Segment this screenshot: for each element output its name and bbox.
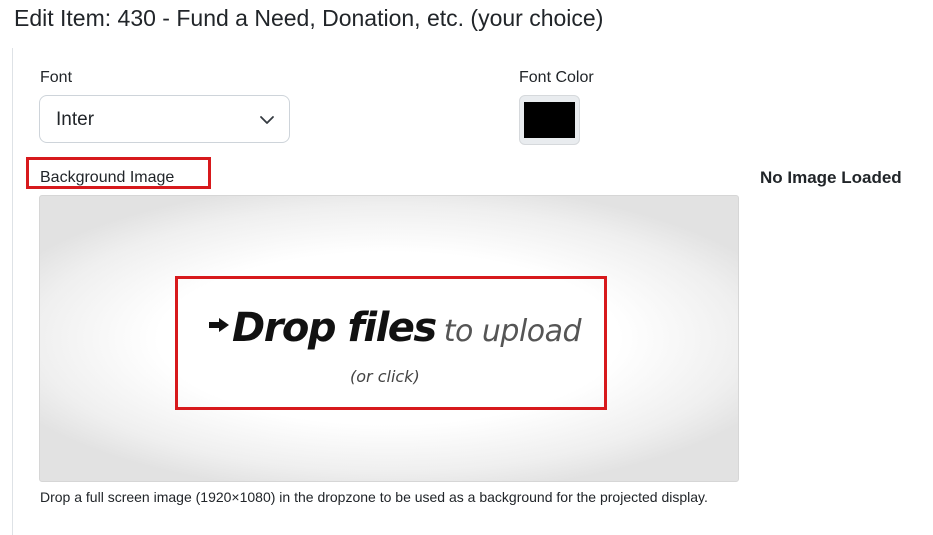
image-status: No Image Loaded	[760, 168, 902, 187]
chevron-down-icon	[260, 116, 274, 124]
font-label: Font	[40, 69, 73, 86]
font-select[interactable]: Inter	[39, 95, 290, 143]
dropzone-subtitle: (or click)	[350, 367, 420, 386]
font-color-swatch	[524, 102, 575, 138]
arrow-right-icon	[209, 318, 229, 332]
background-image-label: Background Image	[40, 169, 175, 186]
font-color-label: Font Color	[519, 69, 594, 86]
font-color-picker[interactable]	[519, 95, 580, 145]
font-select-value: Inter	[56, 109, 95, 130]
dropzone-message: Drop files to upload	[232, 302, 582, 363]
dropzone-title-bold: Drop files	[232, 305, 437, 351]
left-border-divider	[12, 48, 13, 535]
page-title: Edit Item: 430 - Fund a Need, Donation, …	[14, 5, 604, 31]
dropzone-title-light: to upload	[443, 314, 582, 349]
dropzone-help-text: Drop a full screen image (1920×1080) in …	[40, 489, 708, 505]
